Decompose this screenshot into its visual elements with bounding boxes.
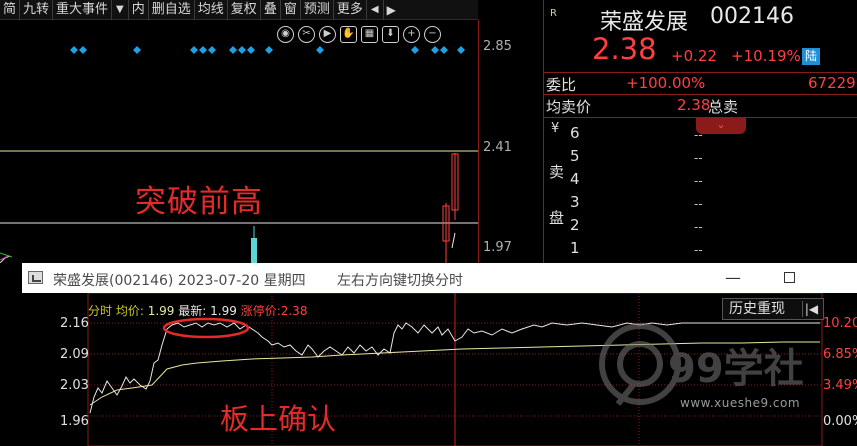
kline-price-label-mid: 2.41 <box>483 140 512 155</box>
sell-level-label: 1 <box>570 239 580 257</box>
toolbar-forecast[interactable]: 预测 <box>301 0 334 20</box>
rzrq-mark: R <box>550 8 557 19</box>
annotation-breakout: 突破前高 <box>135 184 263 220</box>
window-app-icon <box>28 271 43 284</box>
toolbar-moving-average[interactable]: 均线 <box>195 0 228 20</box>
latest-price-label: 最新: <box>178 304 207 318</box>
last-price: 2.38 <box>592 32 657 66</box>
sell-level-price: -- <box>694 151 703 165</box>
sell-level-price: -- <box>694 243 703 257</box>
fenshi-label: 分时 <box>88 304 113 318</box>
total-sell-label: 总卖 <box>708 98 739 116</box>
stock-code: 002146 <box>710 4 794 29</box>
maximize-icon[interactable] <box>778 268 800 288</box>
back-to-start-icon[interactable]: |◀ <box>802 301 820 317</box>
sell-level-price: -- <box>694 197 703 211</box>
avg-sell-price-label: 均卖价 <box>546 98 592 116</box>
zoom-out-icon[interactable]: − <box>424 26 441 43</box>
avg-sell-price-value: 2.38 <box>677 96 711 114</box>
history-replay-button[interactable]: 历史重现 |◀ <box>722 298 824 320</box>
latest-price-value: 1.99 <box>210 304 237 318</box>
sell-level-price: -- <box>694 220 703 234</box>
toolbar-remove-watchlist[interactable]: 删自选 <box>149 0 195 20</box>
limit-up-label: 涨停价: <box>240 304 281 318</box>
intraday-y-left: 2.09 <box>60 347 89 362</box>
kline-chart[interactable] <box>0 20 478 263</box>
download-icon[interactable]: ⬇ <box>382 26 399 43</box>
sell-level-price: -- <box>694 128 703 142</box>
yen-icon: ¥ <box>551 121 560 136</box>
history-replay-label: 历史重现 <box>729 301 785 317</box>
sell-side-char-1: 卖 <box>549 163 565 181</box>
intraday-y-right: 3.49% <box>823 378 857 393</box>
collapse-chevron-icon[interactable]: ⌄ <box>696 118 746 134</box>
avg-price-value: 1.99 <box>147 304 175 318</box>
toolbar-window[interactable]: 窗 <box>281 0 301 20</box>
weibi-value: +100.00% <box>626 74 706 92</box>
toolbar-dropdown-icon[interactable]: ▼ <box>112 0 129 20</box>
intraday-info-bar: 分时 均价: 1.99 最新: 1.99 涨停价:2.38 <box>88 302 307 319</box>
moving-average-lines <box>0 252 13 263</box>
sell-level-label: 4 <box>570 170 580 188</box>
sell-level-price: -- <box>694 174 703 188</box>
play-icon[interactable]: ▶ <box>319 26 336 43</box>
intraday-y-left: 1.96 <box>60 414 89 429</box>
toolbar-jian[interactable]: 简 <box>0 0 21 20</box>
popup-titlebar[interactable]: 荣盛发展(002146) 2023-07-20 星期四 左右方向键切换分时 — <box>22 263 857 293</box>
toolbar-nei[interactable]: 内 <box>129 0 149 20</box>
kline-price-label-high: 2.85 <box>483 39 512 54</box>
sell-level-label: 5 <box>570 147 580 165</box>
toolbar-jiuzhuan[interactable]: 九转 <box>20 0 54 20</box>
avg-price-label: 均价: <box>115 304 144 318</box>
eye-icon[interactable]: ◉ <box>277 26 294 43</box>
popup-title: 荣盛发展(002146) 2023-07-20 星期四 <box>53 273 306 289</box>
quote-panel: R 荣盛发展 002146 2.38 +0.22 +10.19% 陆 委比 +1… <box>543 0 857 263</box>
avg-sell-row: 均卖价 2.38 总卖 <box>544 94 857 116</box>
sell-side-char-2: 盘 <box>549 209 565 227</box>
sell-orderbook: ⌄ ¥ 卖 盘 6 5 4 3 2 1 -- -- -- -- -- -- <box>544 117 857 263</box>
price-change: +0.22 <box>671 47 717 65</box>
chart-toolbar: 简 九转 重大事件 ▼ 内 删自选 均线 复权 叠 窗 预测 更多 ◀ ▶ <box>0 0 478 20</box>
event-diamond-markers <box>70 46 465 54</box>
chart-control-icons: ◉ ✂ ▶ ✋ ▦ ⬇ + − <box>277 26 441 43</box>
table-icon[interactable]: ▦ <box>361 26 378 43</box>
minimize-icon[interactable]: — <box>722 268 744 288</box>
annotation-ellipse <box>162 317 250 339</box>
toolbar-overlay[interactable]: 叠 <box>261 0 281 20</box>
watermark-logo-text: 99学社 <box>668 346 804 392</box>
scissors-icon[interactable]: ✂ <box>298 26 315 43</box>
intraday-y-right: 10.20 <box>823 316 857 331</box>
weibi-row: 委比 +100.00% 67229 <box>544 72 857 94</box>
toolbar-major-events[interactable]: 重大事件 <box>53 0 113 20</box>
popup-keyboard-hint: 左右方向键切换分时 <box>337 273 463 289</box>
hand-icon[interactable]: ✋ <box>340 26 357 43</box>
sell-level-label: 6 <box>570 124 580 142</box>
sell-level-label: 3 <box>570 193 580 211</box>
annotation-limit-confirm: 板上确认 <box>220 402 337 436</box>
price-change-percent: +10.19% <box>731 47 801 65</box>
intraday-y-right: 6.85% <box>823 347 857 362</box>
limit-up-value: 2.38 <box>280 304 308 318</box>
toolbar-right-arrow-icon[interactable]: ▶ <box>384 0 399 20</box>
toolbar-adjust[interactable]: 复权 <box>228 0 261 20</box>
intraday-y-left: 2.03 <box>60 378 89 393</box>
intraday-y-right: 0.00% <box>823 414 857 429</box>
weibi-label: 委比 <box>546 76 577 94</box>
zoom-in-icon[interactable]: + <box>403 26 420 43</box>
kline-price-label-low: 1.97 <box>483 240 512 255</box>
stock-connect-badge: 陆 <box>802 48 820 65</box>
weibi-difference: 67229 <box>808 74 856 92</box>
toolbar-more[interactable]: 更多 <box>334 0 367 20</box>
intraday-y-left: 2.16 <box>60 316 89 331</box>
sell-level-label: 2 <box>570 216 580 234</box>
toolbar-left-arrow-icon[interactable]: ◀ <box>367 0 384 20</box>
watermark-url: www.xueshe9.com <box>680 396 801 410</box>
candlesticks <box>251 153 459 263</box>
